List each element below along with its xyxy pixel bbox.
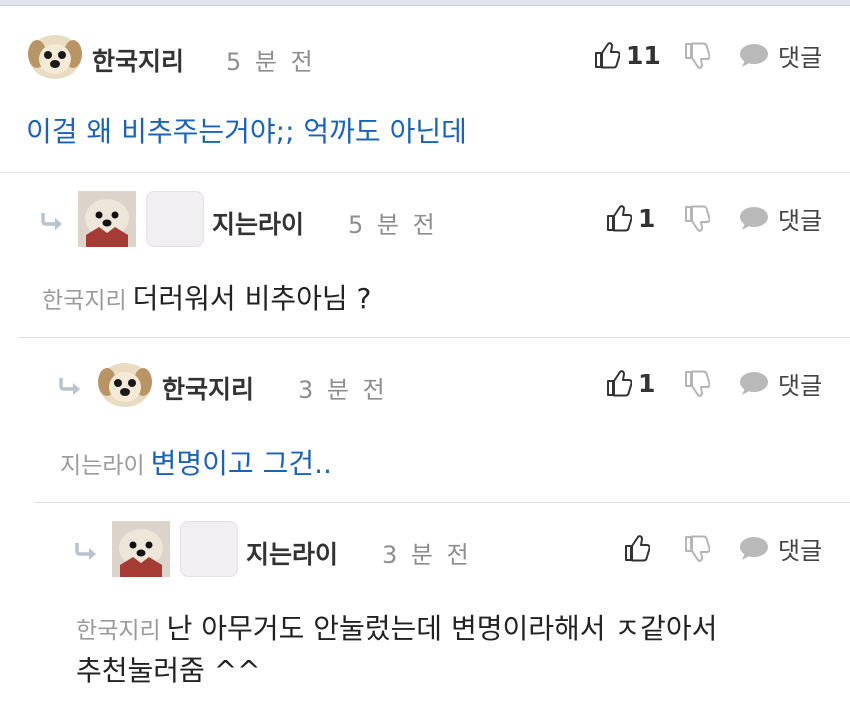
reply-arrow-icon: [59, 378, 80, 395]
comment-text: 변명이고 그건..: [150, 447, 332, 480]
thumbs-down-icon: [685, 42, 711, 69]
comment-text-line: 한국지리 난 아무거도 안눌렀는데 변명이라해서 ㅈ같아서: [76, 609, 836, 651]
comment-reply: 한국지리 3 분 전 1 댓글 지는라이 변명이고 그건..: [18, 337, 850, 503]
comment-header: 지는라이 3 분 전 댓글: [34, 519, 850, 577]
like-button[interactable]: 1: [606, 368, 655, 398]
nickname[interactable]: 지는라이: [212, 205, 304, 241]
like-count: 1: [638, 368, 656, 398]
comment-header: 한국지리 3 분 전 1 댓글: [18, 354, 850, 412]
timestamp: 3 분 전: [382, 541, 472, 569]
like-button[interactable]: 11: [594, 40, 661, 70]
comment-reply: 지는라이 5 분 전 1 댓글 한국지리 더러워서 비추아님 ?: [0, 172, 850, 338]
reply-button[interactable]: 댓글: [738, 203, 823, 235]
reply-button[interactable]: 댓글: [738, 533, 823, 565]
comment-text-line: 추천눌러줌 ^^: [76, 651, 836, 691]
nickname[interactable]: 한국지리: [162, 370, 254, 406]
dislike-button[interactable]: [684, 205, 711, 233]
thumbs-down-icon: [685, 205, 711, 232]
thumbs-up-icon: [607, 205, 632, 232]
avatar-placeholder: [180, 521, 238, 577]
comment-body: 지는라이 변명이고 그건..: [60, 444, 332, 486]
nickname[interactable]: 한국지리: [92, 42, 184, 78]
comment-body: 한국지리 더러워서 비추아님 ?: [42, 279, 371, 321]
thumbs-up-icon: [625, 535, 650, 562]
reply-button[interactable]: 댓글: [738, 40, 823, 72]
avatar-placeholder: [146, 191, 204, 247]
dislike-button[interactable]: [684, 42, 711, 70]
like-button[interactable]: 1: [606, 203, 655, 233]
speech-bubble-icon: [740, 537, 768, 560]
like-button[interactable]: [624, 533, 656, 563]
mention-tag[interactable]: 한국지리: [76, 618, 161, 644]
comment-reply: 지는라이 3 분 전 댓글 한국지리 난 아무거도 안눌렀는데 변명이라해서 ㅈ같…: [34, 502, 850, 701]
thumbs-up-icon: [607, 370, 632, 397]
reply-label: 댓글: [778, 536, 823, 565]
dislike-button[interactable]: [684, 535, 711, 563]
thumbs-down-icon: [685, 535, 711, 562]
timestamp: 3 분 전: [298, 376, 388, 404]
comment-header: 한국지리 5 분 전 11 댓글: [0, 26, 850, 84]
thumbs-up-icon: [595, 42, 620, 69]
comment-body: 이걸 왜 비추주는거야;; 억까도 아닌데: [26, 112, 467, 152]
avatar[interactable]: [96, 356, 154, 412]
mention-tag[interactable]: 한국지리: [42, 288, 127, 314]
reply-label: 댓글: [778, 43, 823, 72]
comment-body: 한국지리 난 아무거도 안눌렀는데 변명이라해서 ㅈ같아서 추천눌러줌 ^^: [76, 609, 836, 691]
mention-tag[interactable]: 지는라이: [60, 453, 145, 479]
reply-label: 댓글: [778, 371, 823, 400]
like-count: 11: [626, 40, 661, 70]
comment-text: 더러워서 비추아님 ?: [132, 282, 372, 315]
avatar[interactable]: [78, 191, 136, 247]
nickname[interactable]: 지는라이: [246, 535, 338, 571]
comment-header: 지는라이 5 분 전 1 댓글: [0, 189, 850, 247]
reply-button[interactable]: 댓글: [738, 368, 823, 400]
timestamp: 5 분 전: [348, 211, 438, 239]
reply-arrow-icon: [75, 543, 96, 560]
speech-bubble-icon: [740, 44, 768, 67]
avatar[interactable]: [112, 521, 170, 577]
reply-label: 댓글: [778, 206, 823, 235]
speech-bubble-icon: [740, 207, 768, 230]
reply-arrow-icon: [41, 213, 62, 230]
comment-text: 이걸 왜 비추주는거야;; 억까도 아닌데: [26, 115, 467, 148]
speech-bubble-icon: [740, 372, 768, 395]
like-count: 1: [638, 203, 656, 233]
comment-text: 추천눌러줌 ^^: [76, 654, 261, 687]
comment-text: 난 아무거도 안눌렀는데 변명이라해서 ㅈ같아서: [166, 612, 718, 645]
timestamp: 5 분 전: [226, 48, 316, 76]
thumbs-down-icon: [685, 370, 711, 397]
comment: 한국지리 5 분 전 11 댓글 이걸 왜 비추주는거야;; 억까도 아닌데: [0, 6, 850, 172]
avatar[interactable]: [26, 28, 84, 84]
dislike-button[interactable]: [684, 370, 711, 398]
